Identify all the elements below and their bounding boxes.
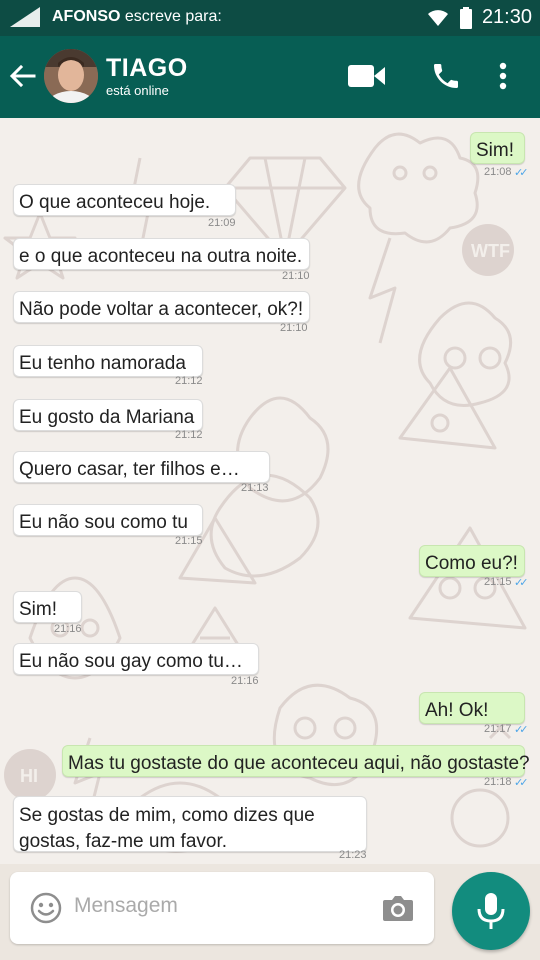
- read-receipt-icon: ✓✓: [514, 724, 529, 736]
- message-time: 21:15: [175, 535, 203, 547]
- message-text: Eu gosto da Mariana: [19, 407, 195, 428]
- camera-icon[interactable]: [382, 894, 414, 922]
- message-bubble-out[interactable]: Sim!: [470, 132, 525, 164]
- message-text: Ah! Ok!: [425, 700, 489, 721]
- message-time: 21:10: [280, 322, 308, 334]
- message-text: O que aconteceu hoje.: [19, 192, 211, 213]
- message-text: Mas tu gostaste do que aconteceu aqui, n…: [68, 753, 530, 774]
- wallpaper-wtf: WTF: [471, 241, 510, 261]
- message-bubble-in[interactable]: Não pode voltar a acontecer, ok?!: [13, 291, 310, 323]
- message-bubble-in[interactable]: Quero casar, ter filhos e…: [13, 451, 270, 483]
- message-bubble-in[interactable]: Sim!: [13, 591, 82, 623]
- message-text: Eu não sou como tu: [19, 512, 188, 533]
- battery-icon: [459, 6, 472, 29]
- message-time: 21:10: [282, 270, 310, 282]
- message-text: Sim!: [19, 599, 57, 620]
- message-time: 21:17: [484, 723, 512, 735]
- status-label: escreve para:: [124, 8, 222, 25]
- message-time: 21:18: [484, 776, 512, 788]
- message-bubble-in[interactable]: Se gostas de mim, como dizes que gostas,…: [13, 796, 367, 852]
- message-bubble-out[interactable]: Mas tu gostaste do que aconteceu aqui, n…: [62, 745, 530, 777]
- message-text: Eu tenho namorada: [19, 353, 186, 374]
- message-text: Não pode voltar a acontecer, ok?!: [19, 299, 304, 320]
- wifi-icon: [427, 9, 448, 26]
- contact-name[interactable]: TIAGO: [106, 54, 188, 83]
- more-vert-icon[interactable]: [498, 62, 508, 92]
- emoji-icon[interactable]: [30, 892, 62, 924]
- chat-area[interactable]: WTF HI Sim! 21:08 ✓✓ O que aconteceu hoj…: [0, 118, 540, 864]
- read-receipt-icon: ✓✓: [514, 577, 529, 589]
- message-bubble-in[interactable]: Eu não sou como tu: [13, 504, 203, 536]
- message-time: 21:12: [175, 375, 203, 387]
- read-receipt-icon: ✓✓: [514, 777, 529, 789]
- message-bubble-out[interactable]: Como eu?!: [419, 545, 525, 577]
- status-time: 21:30: [481, 6, 532, 28]
- message-time: 21:16: [54, 623, 82, 635]
- status-left: AFONSO escreve para:: [8, 6, 222, 28]
- message-time: 21:08: [484, 166, 512, 178]
- message-time: 21:23: [339, 849, 367, 861]
- contact-status: está online: [106, 83, 169, 98]
- message-time: 21:16: [231, 675, 259, 687]
- message-composer: [10, 872, 434, 944]
- message-time: 21:09: [208, 217, 236, 229]
- status-sender: AFONSO: [52, 8, 121, 25]
- message-time: 21:12: [175, 429, 203, 441]
- status-text: AFONSO escreve para:: [52, 8, 222, 26]
- message-bubble-out[interactable]: Ah! Ok!: [419, 692, 525, 724]
- mic-button[interactable]: [452, 872, 530, 950]
- message-text: Quero casar, ter filhos e…: [19, 459, 240, 480]
- chat-header: TIAGO está online: [0, 36, 540, 118]
- read-receipt-icon: ✓✓: [514, 167, 529, 179]
- message-bubble-in[interactable]: e o que aconteceu na outra noite.: [13, 238, 310, 270]
- mic-icon: [477, 893, 505, 929]
- status-right: 21:30: [426, 6, 532, 29]
- message-bubble-in[interactable]: Eu tenho namorada: [13, 345, 203, 377]
- signal-icon: [10, 7, 40, 27]
- avatar-photo: [44, 49, 98, 103]
- message-input[interactable]: [74, 894, 374, 918]
- message-text: Se gostas de mim, como dizes que gostas,…: [19, 805, 315, 852]
- status-bar: AFONSO escreve para: 21:30: [0, 0, 540, 36]
- message-bubble-in[interactable]: Eu gosto da Mariana: [13, 399, 203, 431]
- message-text: Como eu?!: [425, 553, 518, 574]
- message-bubble-in[interactable]: Eu não sou gay como tu…: [13, 643, 259, 675]
- phone-icon[interactable]: [430, 60, 462, 92]
- message-text: e o que aconteceu na outra noite.: [19, 246, 303, 267]
- message-time: 21:13: [241, 482, 269, 494]
- message-text: Eu não sou gay como tu…: [19, 651, 243, 672]
- wallpaper-hi: HI: [20, 766, 38, 786]
- message-time: 21:15: [484, 576, 512, 588]
- message-bubble-in[interactable]: O que aconteceu hoje.: [13, 184, 236, 216]
- message-text: Sim!: [476, 140, 514, 161]
- back-arrow-icon[interactable]: [8, 62, 36, 90]
- contact-avatar[interactable]: [44, 49, 98, 103]
- video-call-icon[interactable]: [348, 64, 386, 88]
